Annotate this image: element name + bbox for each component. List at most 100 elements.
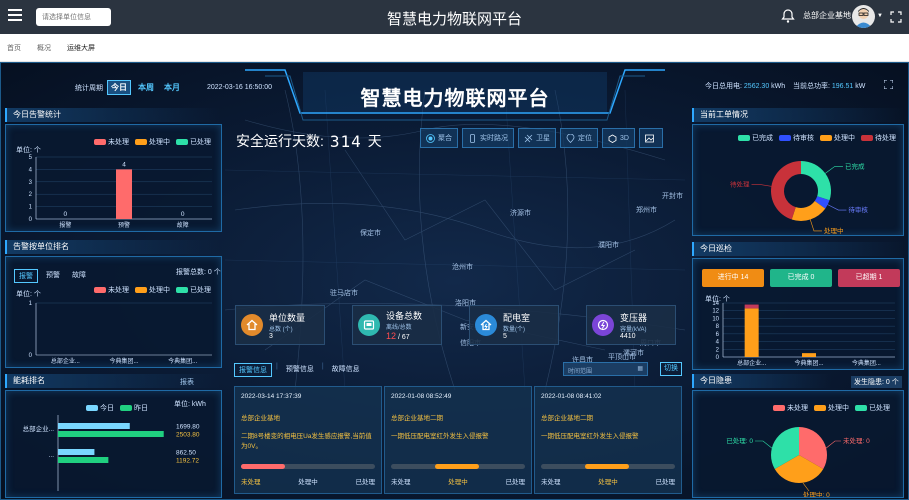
kpi-device-count: 设备总数 离线/总数 12 / 67 — [352, 305, 442, 345]
map-traffic-button[interactable]: 实时路况 — [462, 128, 514, 148]
x-tick-label: 故障 — [177, 221, 189, 229]
alarm-time: 2022-01-08 08:52:49 — [391, 393, 452, 400]
energy-report-link[interactable]: 报表 — [180, 377, 194, 387]
alarm-progress-fill — [435, 464, 480, 469]
map-cluster-button[interactable]: 聚合 — [420, 128, 458, 148]
bar — [744, 304, 759, 309]
patrol-overdue-button[interactable]: 已超期 1 — [838, 269, 900, 287]
map-city-label: 保定市 — [360, 230, 381, 237]
period-week-button[interactable]: 本周 — [135, 81, 157, 94]
bar — [802, 353, 816, 357]
energy-unit: 单位: kWh — [174, 401, 206, 408]
slice-label: 已完成 — [845, 161, 865, 170]
tab-warning-info[interactable]: 预警信息 — [282, 363, 318, 377]
y-tick-label: 10 — [712, 316, 719, 322]
alarm-progress-bar — [541, 464, 675, 469]
current-datetime: 2022-03-16 16:50:00 — [207, 84, 272, 91]
tab-alarm[interactable]: 报警 — [14, 269, 38, 283]
x-tick-label: 今典集团... — [168, 357, 197, 365]
period-today-button[interactable]: 今日 — [107, 80, 131, 95]
alarm-description: 二期8号楼变的相电压Ua发生感应报警,当前值为0V。 — [241, 433, 372, 450]
fullscreen-icon[interactable] — [890, 11, 902, 23]
hazards-chart: 已处理: 0 未处理: 0 处理中: 0 — [726, 427, 870, 497]
safe-days-unit: 天 — [367, 133, 382, 149]
map-locate-button[interactable]: 定位 — [560, 128, 598, 148]
safe-days-value: 314 — [329, 131, 362, 151]
app-title: 智慧电力物联网平台 — [386, 11, 522, 28]
alarm-progress-bar — [241, 464, 375, 469]
legend-processing: 处理中 — [135, 137, 170, 147]
y-tick-label: 1 — [29, 301, 33, 307]
legend-handled: 已处理 — [176, 285, 211, 295]
x-tick-label: 总部企业... — [737, 359, 766, 367]
alarm-info-tabs: 报警信息 | 预警信息 | 故障信息 — [234, 363, 364, 377]
map-city-label: 郑州市 — [636, 207, 657, 214]
legend-processing: 处理中 — [135, 285, 170, 295]
screen-fullscreen-icon[interactable] — [884, 80, 893, 89]
breadcrumb-overview[interactable]: 概况 — [37, 43, 51, 53]
y-tick-label: 总部企业... — [23, 424, 55, 433]
leader-line — [751, 184, 772, 187]
map-city-label: 驻马店市 — [330, 290, 358, 297]
period-month-button[interactable]: 本月 — [161, 81, 183, 94]
slice-label: 已处理: 0 — [726, 436, 753, 445]
patrol-done-button[interactable]: 已完成 0 — [770, 269, 832, 287]
kpi-title: 单位数量 — [269, 312, 306, 323]
hazards-legend: 未处理 处理中 已处理 — [773, 403, 890, 413]
tab-alarm-info[interactable]: 报警信息 — [234, 363, 272, 377]
tab-warning[interactable]: 预警 — [42, 269, 64, 283]
leader-line — [809, 219, 822, 232]
kpi-subtitle: 离线/总数 — [386, 325, 412, 331]
map-satellite-button[interactable]: 卫星 — [518, 128, 556, 148]
y-tick-label: 6 — [716, 332, 720, 338]
avatar[interactable] — [852, 5, 875, 28]
breadcrumb-current[interactable]: 运维大屏 — [67, 43, 95, 53]
legend-processing: 处理中 — [814, 403, 849, 413]
alarm-rank-total: 报警总数: 0 个 — [176, 269, 221, 276]
y-tick-label: 4 — [29, 167, 33, 173]
bell-icon[interactable] — [780, 8, 796, 24]
slice-label: 未处理: 0 — [843, 436, 870, 445]
alarm-steps: 未处理 处理中 已处理 — [241, 476, 375, 486]
alarm-rank-tabs: 报警 预警 故障 — [14, 269, 90, 283]
map-image-button[interactable] — [638, 128, 663, 148]
data-label: 862.50 — [176, 450, 196, 457]
map-city-label: 沧州市 — [452, 264, 473, 271]
map-city-label: 济源市 — [510, 210, 531, 217]
y-tick-label: 0 — [29, 217, 33, 223]
leader-line — [755, 440, 774, 450]
energy-rank-panel: 今日 昨日 单位: kWh 总部企业... 1699.80 2503.80... 86… — [5, 390, 222, 498]
switch-button[interactable]: 切换 — [660, 362, 682, 376]
alarm-card[interactable]: 2022-03-14 17:37:39 总部企业基地 二期8号楼变的相电压Ua发生感… — [234, 386, 382, 494]
y-tick-label: 0 — [29, 353, 33, 359]
alarm-card[interactable]: 2022-01-08 08:52:49 总部企业基地二期 一期低压配电室红外发生入侵… — [384, 386, 532, 494]
y-tick-label: 5 — [29, 155, 33, 161]
kpi-unit-count: 单位数量 总数 (个) 3 — [235, 305, 325, 345]
data-label: 4 — [122, 161, 126, 168]
y-tick-label: 3 — [29, 180, 33, 186]
energy-legend: 今日 昨日 — [86, 403, 148, 413]
kpi-value: 3 — [269, 332, 273, 340]
breadcrumb: 首页 概况 运维大屏 — [0, 34, 909, 62]
chevron-down-icon[interactable]: ▼ — [877, 13, 883, 19]
alarm-stats-panel: 未处理 处理中 已处理 单位: 个 0 1 2 3 4 5 0 报警 4 预警 0 故障 — [5, 124, 222, 232]
period-label: 统计周期 — [75, 84, 103, 92]
kpi-value: 4410 — [620, 332, 636, 340]
alarm-card[interactable]: 2022-01-08 08:41:02 总部企业基地二期 一期低压配电室红外发生入侵… — [534, 386, 682, 494]
tab-fault[interactable]: 故障 — [68, 269, 90, 283]
patrol-in-progress-button[interactable]: 进行中 14 — [702, 269, 764, 287]
y-tick-label: 2 — [29, 192, 33, 198]
map-city-label: 平顶山市 — [608, 354, 636, 361]
kpi-subtitle: 数量(个) — [503, 326, 525, 333]
work-orders-legend: 已完成 待审核 处理中 待处理 — [738, 133, 896, 143]
calendar-icon: ▦ — [637, 366, 643, 372]
map-3d-button[interactable]: 3D — [602, 128, 635, 148]
tab-fault-info[interactable]: 故障信息 — [328, 363, 364, 377]
bar — [744, 308, 759, 357]
kpi-value: 12 / 67 — [386, 331, 422, 341]
safe-days-label: 安全运行天数: — [236, 133, 324, 149]
breadcrumb-home[interactable]: 首页 — [7, 43, 21, 53]
time-range-picker[interactable]: 时间范围 ▦ — [563, 362, 648, 376]
alarm-unit-name: 总部企业基地二期 — [541, 415, 593, 422]
legend-done: 已完成 — [738, 133, 773, 143]
